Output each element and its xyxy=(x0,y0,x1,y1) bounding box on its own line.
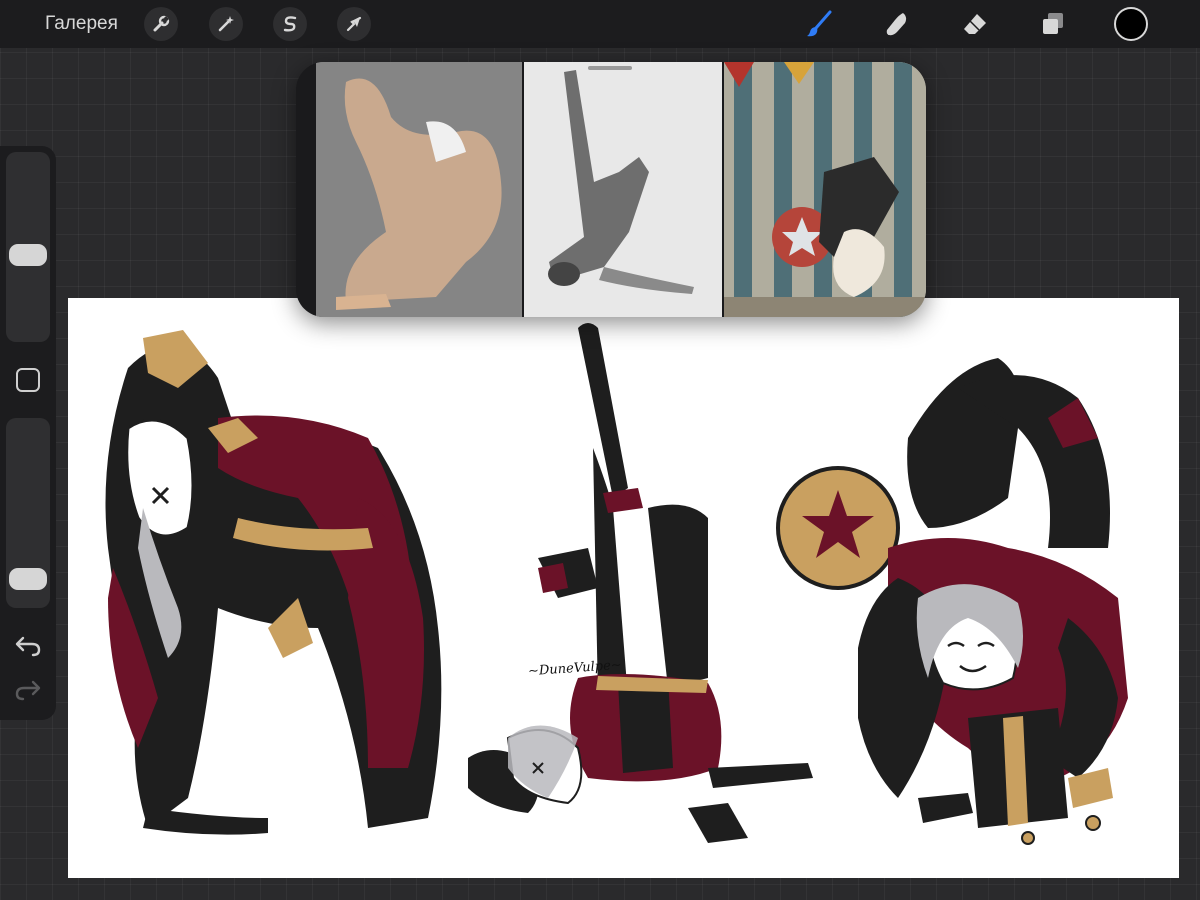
left-sidebar xyxy=(0,146,56,720)
jester-figure-ball xyxy=(776,358,1128,845)
jester-illustration xyxy=(105,323,1128,845)
adjustments-button[interactable] xyxy=(209,7,243,41)
selection-s-icon xyxy=(283,16,297,32)
opacity-slider[interactable] xyxy=(6,418,50,608)
color-picker-button[interactable] xyxy=(1114,7,1148,41)
circus-performer-photo xyxy=(724,62,926,317)
selection-button[interactable] xyxy=(273,7,307,41)
dancer-backbend-photo xyxy=(316,62,522,317)
transform-button[interactable] xyxy=(337,7,371,41)
opacity-thumb[interactable] xyxy=(9,567,47,590)
magic-wand-icon xyxy=(218,16,234,32)
jester-figure-backbend xyxy=(105,330,442,835)
brush-button[interactable] xyxy=(802,7,836,41)
brush-size-slider[interactable] xyxy=(6,152,50,342)
top-toolbar: Галерея xyxy=(0,0,1200,48)
actions-button[interactable] xyxy=(144,7,178,41)
arrow-cursor-icon xyxy=(346,16,362,32)
undo-icon[interactable] xyxy=(14,634,42,658)
jester-figure-shoulder-stand xyxy=(468,323,813,843)
reference-panel[interactable] xyxy=(296,62,926,317)
dancer-shoulder-stand-photo xyxy=(524,62,722,317)
redo-icon[interactable] xyxy=(14,678,42,702)
brush-size-thumb[interactable] xyxy=(9,243,47,266)
layers-button[interactable] xyxy=(1036,7,1070,41)
drawing-canvas[interactable]: ~DuneVulpe~ xyxy=(68,298,1179,878)
reference-drag-handle[interactable] xyxy=(588,66,632,70)
eraser-button[interactable] xyxy=(958,7,992,41)
modify-button[interactable] xyxy=(16,368,40,392)
smudge-button[interactable] xyxy=(880,7,914,41)
eraser-icon xyxy=(964,14,986,34)
wrench-icon xyxy=(153,15,170,32)
smudge-finger-icon xyxy=(886,13,907,36)
gallery-button[interactable]: Галерея xyxy=(45,13,118,35)
layers-icon xyxy=(1043,13,1063,34)
brush-icon xyxy=(807,10,832,37)
